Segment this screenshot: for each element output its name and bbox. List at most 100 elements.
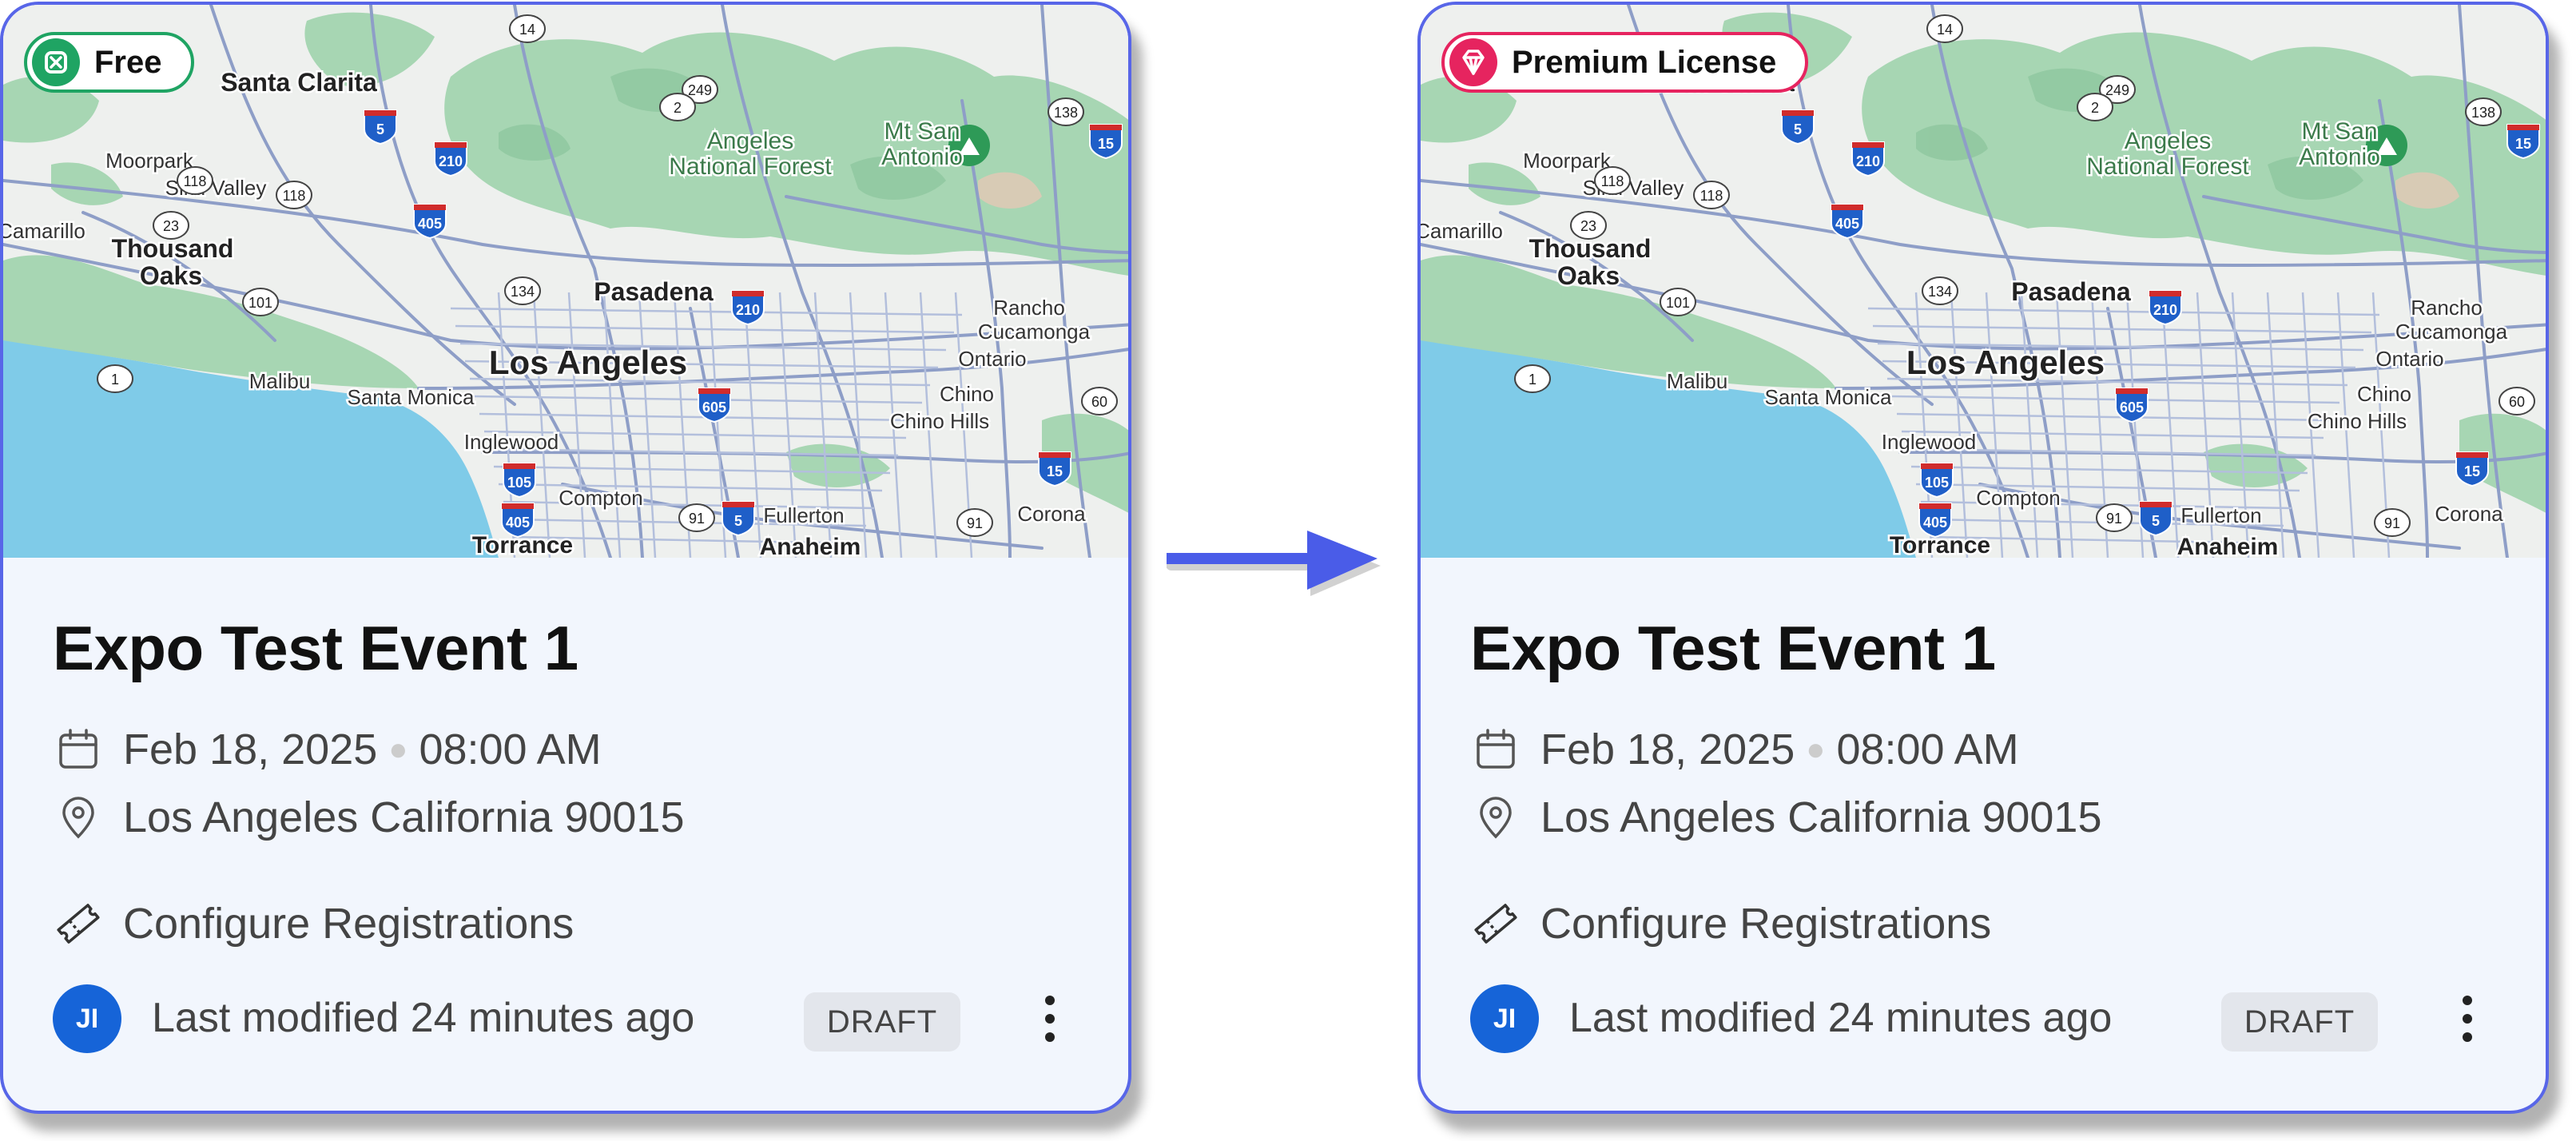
map-label: Rancho bbox=[2411, 296, 2483, 320]
configure-registrations-link[interactable]: Configure Registrations bbox=[1470, 898, 1991, 949]
avatar[interactable]: JI bbox=[53, 984, 121, 1053]
svg-text:405: 405 bbox=[1835, 216, 1859, 232]
svg-text:118: 118 bbox=[283, 188, 306, 204]
map-label: Anaheim bbox=[760, 534, 861, 558]
event-date: Feb 18, 2025 bbox=[123, 726, 378, 773]
event-location: Los Angeles California 90015 bbox=[123, 793, 685, 841]
map-label: Compton bbox=[559, 486, 643, 510]
avatar[interactable]: JI bbox=[1470, 984, 1539, 1053]
route-shield: 118 bbox=[1594, 166, 1631, 195]
free-badge: Free bbox=[24, 32, 194, 93]
svg-text:91: 91 bbox=[689, 511, 705, 527]
svg-text:249: 249 bbox=[2105, 82, 2129, 98]
more-options-icon[interactable] bbox=[1028, 984, 1072, 1053]
map-label: Mt San bbox=[2301, 118, 2377, 145]
event-location-row: Los Angeles California 90015 bbox=[53, 792, 685, 843]
svg-text:249: 249 bbox=[688, 82, 712, 98]
route-shield: 105 bbox=[1920, 463, 1954, 499]
diamond-icon bbox=[1449, 38, 1497, 86]
status-badge: DRAFT bbox=[2221, 992, 2378, 1052]
svg-text:91: 91 bbox=[2106, 511, 2122, 527]
route-shield: 101 bbox=[242, 288, 279, 316]
svg-text:91: 91 bbox=[967, 515, 983, 531]
separator-dot: ● bbox=[1806, 731, 1826, 767]
map-label: Chino Hills bbox=[2308, 409, 2407, 433]
route-shield: 405 bbox=[501, 503, 535, 539]
svg-text:210: 210 bbox=[439, 153, 463, 169]
svg-text:23: 23 bbox=[1580, 218, 1596, 234]
map-label: Chino Hills bbox=[890, 409, 989, 433]
event-location: Los Angeles California 90015 bbox=[1540, 793, 2102, 841]
map-label: National Forest bbox=[2086, 153, 2249, 180]
svg-text:15: 15 bbox=[1098, 136, 1114, 152]
map-label: Malibu bbox=[249, 369, 311, 393]
map-label: Los Angeles bbox=[1906, 344, 2105, 381]
map-label: National Forest bbox=[669, 153, 832, 180]
location-pin-icon bbox=[1470, 792, 1521, 843]
map-label: Camarillo bbox=[1421, 219, 1503, 243]
svg-text:23: 23 bbox=[163, 218, 179, 234]
route-shield: 91 bbox=[2374, 508, 2411, 537]
route-shield: 210 bbox=[1851, 141, 1885, 177]
svg-text:118: 118 bbox=[1700, 188, 1723, 204]
event-title[interactable]: Expo Test Event 1 bbox=[1470, 612, 1996, 685]
map-label: Moorpark bbox=[1523, 149, 1612, 173]
map-label: Cucamonga bbox=[978, 320, 1091, 344]
route-shield: 91 bbox=[956, 508, 993, 537]
badge-label: Premium License bbox=[1512, 44, 1777, 80]
last-modified-text: Last modified 24 minutes ago bbox=[152, 995, 695, 1041]
map-label: Ontario bbox=[958, 347, 1026, 371]
premium-license-badge: Premium License bbox=[1441, 32, 1809, 93]
svg-text:134: 134 bbox=[511, 284, 535, 300]
route-shield: 1 bbox=[1514, 364, 1551, 393]
route-shield: 14 bbox=[1926, 14, 1963, 43]
event-card-premium[interactable]: Santa ClaritaAngelesNational ForestMt Sa… bbox=[1417, 2, 2549, 1114]
route-shield: 605 bbox=[2115, 388, 2149, 423]
location-pin-icon bbox=[53, 792, 104, 843]
configure-registrations-link[interactable]: Configure Registrations bbox=[53, 898, 574, 949]
svg-text:15: 15 bbox=[2515, 136, 2531, 152]
map-label: Anaheim bbox=[2177, 534, 2279, 558]
svg-text:118: 118 bbox=[1601, 173, 1624, 189]
svg-text:14: 14 bbox=[1937, 22, 1953, 38]
route-shield: 5 bbox=[364, 109, 397, 145]
more-options-icon[interactable] bbox=[2445, 984, 2490, 1053]
event-time: 08:00 AM bbox=[419, 726, 602, 773]
map-label: Corona bbox=[2435, 502, 2503, 526]
map-label: Ontario bbox=[2375, 347, 2443, 371]
route-shield: 1 bbox=[97, 364, 133, 393]
calendar-icon bbox=[53, 724, 104, 775]
badge-label: Free bbox=[94, 44, 162, 80]
route-shield: 118 bbox=[276, 181, 312, 209]
map-label: Cucamonga bbox=[2395, 320, 2508, 344]
route-shield: 210 bbox=[731, 290, 765, 326]
event-title[interactable]: Expo Test Event 1 bbox=[53, 612, 578, 685]
route-shield: 118 bbox=[1693, 181, 1730, 209]
configure-registrations-label: Configure Registrations bbox=[1540, 900, 1992, 948]
route-shield: 605 bbox=[698, 388, 731, 423]
svg-text:60: 60 bbox=[1091, 394, 1107, 410]
event-card-free[interactable]: Santa Clarita Angeles National Forest Mt Sa… bbox=[0, 2, 1131, 1114]
svg-text:15: 15 bbox=[1047, 463, 1063, 479]
map-label: Santa Clarita bbox=[221, 68, 377, 97]
svg-text:210: 210 bbox=[1856, 153, 1880, 169]
svg-text:118: 118 bbox=[184, 173, 207, 189]
map-label: Pasadena bbox=[594, 277, 714, 306]
route-shield: 101 bbox=[1660, 288, 1696, 316]
event-date-row: Feb 18, 2025 ● 08:00 AM bbox=[1470, 724, 2019, 775]
route-shield: 23 bbox=[1570, 211, 1607, 240]
map-label: Rancho bbox=[993, 296, 1065, 320]
svg-text:1: 1 bbox=[1529, 372, 1536, 388]
map-label: Compton bbox=[1976, 486, 2061, 510]
route-shield: 60 bbox=[1081, 387, 1118, 415]
svg-text:405: 405 bbox=[418, 216, 442, 232]
svg-text:5: 5 bbox=[734, 513, 742, 529]
route-shield: 5 bbox=[2139, 501, 2173, 537]
svg-text:134: 134 bbox=[1928, 284, 1952, 300]
map-label: Camarillo bbox=[3, 219, 85, 243]
card-footer: JI Last modified 24 minutes ago DRAFT bbox=[53, 984, 1079, 1055]
route-shield: 405 bbox=[413, 204, 447, 240]
svg-text:605: 605 bbox=[2120, 400, 2144, 415]
route-shield: 14 bbox=[509, 14, 546, 43]
svg-text:101: 101 bbox=[248, 295, 272, 311]
